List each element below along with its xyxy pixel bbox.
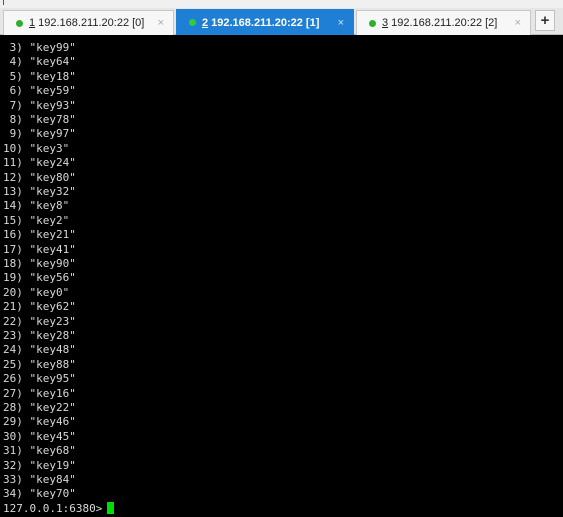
output-line: 17) "key41" xyxy=(3,242,76,256)
new-tab-button[interactable]: + xyxy=(535,10,555,31)
output-line: 25) "key88" xyxy=(3,357,76,371)
terminal-output[interactable]: 3) "key99" 4) "key64" 5) "key18" 6) "key… xyxy=(0,36,563,517)
output-line: 28) "key22" xyxy=(3,401,76,414)
close-icon[interactable]: × xyxy=(158,17,164,29)
output-line: 18) "key90" xyxy=(3,257,76,270)
session-tab-bar: 1 192.168.211.20:22 [0] × 2 192.168.211.… xyxy=(0,8,563,35)
close-icon[interactable]: × xyxy=(338,17,344,29)
output-line: 23) "key28" xyxy=(3,329,76,342)
output-line: 16) "key21" xyxy=(3,228,76,242)
connected-status-icon xyxy=(16,19,23,27)
output-line: 13) "key32" xyxy=(3,185,76,198)
output-line: 5) "key18" xyxy=(3,69,76,83)
output-line: 30) "key45" xyxy=(3,429,76,443)
output-line: 15) "key2" xyxy=(3,213,70,227)
tab-session-2[interactable]: 2 192.168.211.20:22 [1] × xyxy=(176,9,354,35)
output-line: 11) "key24" xyxy=(3,156,76,170)
prompt-text: 127.0.0.1:6380> xyxy=(3,501,103,515)
output-line: 26) "key95" xyxy=(3,372,76,386)
output-line: 22) "key23" xyxy=(3,314,76,328)
output-line: 21) "key62" xyxy=(3,300,76,314)
output-line: 8) "key78" xyxy=(3,113,76,126)
text-cursor xyxy=(107,501,115,514)
output-line: 6) "key59" xyxy=(3,84,76,98)
output-line: 12) "key80" xyxy=(3,170,76,184)
command-prompt[interactable]: 127.0.0.1:6380> xyxy=(3,501,115,516)
output-line: 9) "key97" xyxy=(3,127,76,141)
output-line: 31) "key68" xyxy=(3,444,76,458)
tab-number: 1 xyxy=(29,17,36,29)
output-line: 27) "key16" xyxy=(3,386,76,400)
output-line: 14) "key8" xyxy=(3,199,70,213)
tab-label: 192.168.211.20:22 [1] xyxy=(211,16,320,29)
output-line: 10) "key3" xyxy=(3,141,70,155)
output-line: 29) "key46" xyxy=(3,415,76,429)
tab-session-1[interactable]: 1 192.168.211.20:22 [0] × xyxy=(3,10,174,35)
output-line: 19) "key56" xyxy=(3,271,76,285)
output-line: 20) "key0" xyxy=(3,285,70,299)
output-line: 4) "key64" xyxy=(3,55,76,69)
output-line: 3) "key99" xyxy=(3,41,76,54)
output-line: 34) "key70" xyxy=(3,487,76,501)
tab-label: 192.168.211.20:22 [2] xyxy=(391,17,498,29)
window-top-strip xyxy=(0,0,563,8)
connected-status-icon xyxy=(189,19,196,26)
top-strip-mark xyxy=(3,0,4,5)
output-line: 32) "key19" xyxy=(3,458,76,472)
output-line: 7) "key93" xyxy=(3,98,76,112)
tab-number: 2 xyxy=(202,16,209,29)
tab-number: 3 xyxy=(382,17,389,29)
output-line: 24) "key48" xyxy=(3,343,76,357)
tab-label: 192.168.211.20:22 [0] xyxy=(38,17,145,29)
tab-session-3[interactable]: 3 192.168.211.20:22 [2] × xyxy=(356,10,531,35)
close-icon[interactable]: × xyxy=(515,17,521,29)
output-line: 33) "key84" xyxy=(3,473,76,486)
connected-status-icon xyxy=(369,19,376,27)
